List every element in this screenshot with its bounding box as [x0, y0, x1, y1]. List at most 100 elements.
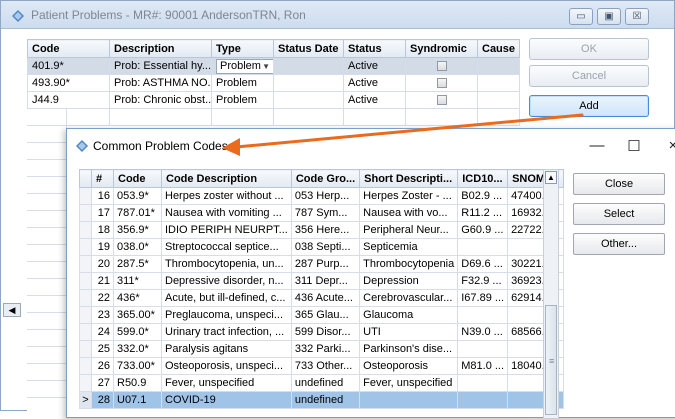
- column-header[interactable]: Status: [343, 39, 406, 58]
- row-selector[interactable]: [79, 306, 92, 324]
- table-row[interactable]: 401.9* Prob: Essential hy... Problem ▼ A…: [27, 57, 520, 75]
- icd10-code: M81.0 ...: [457, 357, 509, 375]
- table-row[interactable]: 25 332.0* Paralysis agitans 332 Parki... Par…: [79, 340, 565, 358]
- table-row[interactable]: 19 038.0* Streptococcal septice... 038 Sept…: [79, 238, 565, 256]
- row-selector[interactable]: [79, 289, 92, 307]
- row-selector[interactable]: [79, 187, 92, 205]
- row-selector[interactable]: [79, 255, 92, 273]
- column-header[interactable]: Code: [113, 169, 162, 188]
- row-number: 17: [91, 204, 114, 222]
- problem-code: 401.9*: [27, 57, 110, 75]
- column-header[interactable]: Code: [27, 39, 110, 58]
- scrollbar-thumb[interactable]: ≡: [545, 305, 557, 415]
- short-description: Fever, unspecified: [359, 374, 459, 392]
- table-row[interactable]: 22 436* Acute, but ill-defined, c... 436 Ac…: [79, 289, 565, 307]
- table-row[interactable]: [27, 108, 520, 126]
- table-row[interactable]: 23 365.00* Preglaucoma, unspeci... 365 Glau…: [79, 306, 565, 324]
- problem-code: 733.00*: [113, 357, 162, 375]
- column-header[interactable]: Short Descripti...: [359, 169, 459, 188]
- table-row[interactable]: 26 733.00* Osteoporosis, unspeci... 733 Oth…: [79, 357, 565, 375]
- column-header[interactable]: Description: [109, 39, 212, 58]
- column-header[interactable]: Syndromic: [405, 39, 478, 58]
- row-selector[interactable]: [79, 238, 92, 256]
- syndromic-cell: [405, 91, 478, 109]
- row-selector[interactable]: >: [79, 391, 92, 409]
- table-row[interactable]: 20 287.5* Thrombocytopenia, un... 287 Purp.…: [79, 255, 565, 273]
- row-selector[interactable]: [79, 204, 92, 222]
- column-header[interactable]: ICD10...: [457, 169, 509, 188]
- problem-description: Prob: ASTHMA NO...: [109, 74, 212, 92]
- row-selector[interactable]: [79, 340, 92, 358]
- syndromic-checkbox[interactable]: [436, 61, 447, 72]
- close-icon: ☒: [632, 10, 642, 22]
- problem-status-date: [273, 74, 344, 92]
- row-selector[interactable]: [79, 272, 92, 290]
- cancel-button[interactable]: Cancel: [529, 65, 649, 87]
- syndromic-checkbox[interactable]: [436, 78, 447, 89]
- table-row[interactable]: 16 053.9* Herpes zoster without ... 053 Her…: [79, 187, 565, 205]
- table-row[interactable]: 18 356.9* IDIO PERIPH NEURPT... 356 Here...…: [79, 221, 565, 239]
- table-row[interactable]: 493.90* Prob: ASTHMA NO... Problem Activ…: [27, 74, 520, 92]
- icd10-code: [457, 306, 509, 324]
- short-description: Parkinson's dise...: [359, 340, 459, 358]
- cause-cell: [477, 91, 520, 109]
- other-button[interactable]: Other...: [573, 233, 665, 255]
- close-icon[interactable]: ×: [663, 137, 675, 154]
- vertical-scrollbar[interactable]: ▲ ≡: [543, 169, 559, 419]
- ok-button[interactable]: OK: [529, 38, 649, 60]
- short-description: Depression: [359, 272, 459, 290]
- row-number: 23: [91, 306, 114, 324]
- column-header[interactable]: Cause: [477, 39, 520, 58]
- table-row[interactable]: 21 311* Depressive disorder, n... 311 Depr.…: [79, 272, 565, 290]
- select-button[interactable]: Select: [573, 203, 665, 225]
- problem-status-date: [273, 91, 344, 109]
- code-group: 733 Other...: [290, 357, 361, 375]
- table-row[interactable]: 17 787.01* Nausea with vomiting ... 787 Sym…: [79, 204, 565, 222]
- column-header[interactable]: Type: [211, 39, 274, 58]
- close-button[interactable]: Close: [573, 173, 665, 195]
- row-selector[interactable]: [79, 221, 92, 239]
- problems-table-empty-rows: [27, 109, 67, 412]
- maximize-button[interactable]: ▣: [597, 8, 621, 25]
- column-header[interactable]: Code Gro...: [290, 169, 361, 188]
- minimize-icon[interactable]: —: [587, 137, 607, 154]
- minimize-icon: ▭: [576, 10, 586, 22]
- syndromic-cell: [405, 57, 478, 75]
- column-header[interactable]: Status Date: [273, 39, 344, 58]
- problem-type-dropdown[interactable]: Problem ▼: [216, 58, 273, 74]
- icd10-code: G60.9 ...: [457, 221, 509, 239]
- row-number: 18: [91, 221, 114, 239]
- problem-status-date: [273, 57, 344, 75]
- code-description: Thrombocytopenia, un...: [161, 255, 292, 273]
- code-description: Urinary tract infection, ...: [161, 323, 292, 341]
- row-selector[interactable]: [79, 323, 92, 341]
- cause-cell: [477, 57, 520, 75]
- app-icon: [11, 9, 25, 26]
- icd10-code: F32.9 ...: [457, 272, 509, 290]
- column-header[interactable]: #: [91, 169, 114, 188]
- table-row[interactable]: >28 U07.1 COVID-19 undefined: [79, 391, 565, 409]
- close-button[interactable]: ☒: [625, 8, 649, 25]
- row-number: 25: [91, 340, 114, 358]
- problem-description: Prob: Chronic obst...: [109, 91, 212, 109]
- icd10-code: B02.9 ...: [457, 187, 509, 205]
- maximize-icon[interactable]: ☐: [624, 137, 644, 155]
- row-selector-header: [79, 169, 92, 188]
- code-description: COVID-19: [161, 391, 292, 409]
- icd10-code: [457, 391, 509, 409]
- problem-codes-table: # Code Code Description Code Gro... Shor…: [79, 169, 565, 409]
- minimize-button[interactable]: ▭: [569, 8, 593, 25]
- add-button[interactable]: Add: [529, 95, 649, 117]
- row-selector[interactable]: [79, 374, 92, 392]
- scroll-up-button[interactable]: ▲: [545, 171, 557, 184]
- problem-code: 311*: [113, 272, 162, 290]
- table-row[interactable]: J44.9 Prob: Chronic obst... Problem Acti…: [27, 91, 520, 109]
- table-row[interactable]: 27 R50.9 Fever, unspecified undefined Fever,…: [79, 374, 565, 392]
- table-row[interactable]: 24 599.0* Urinary tract infection, ... 599 …: [79, 323, 565, 341]
- icd10-code: N39.0 ...: [457, 323, 509, 341]
- row-selector[interactable]: [79, 357, 92, 375]
- short-description: UTI: [359, 323, 459, 341]
- scroll-left-button[interactable]: ◀: [3, 303, 21, 317]
- column-header[interactable]: Code Description: [161, 169, 292, 188]
- syndromic-checkbox[interactable]: [436, 95, 447, 106]
